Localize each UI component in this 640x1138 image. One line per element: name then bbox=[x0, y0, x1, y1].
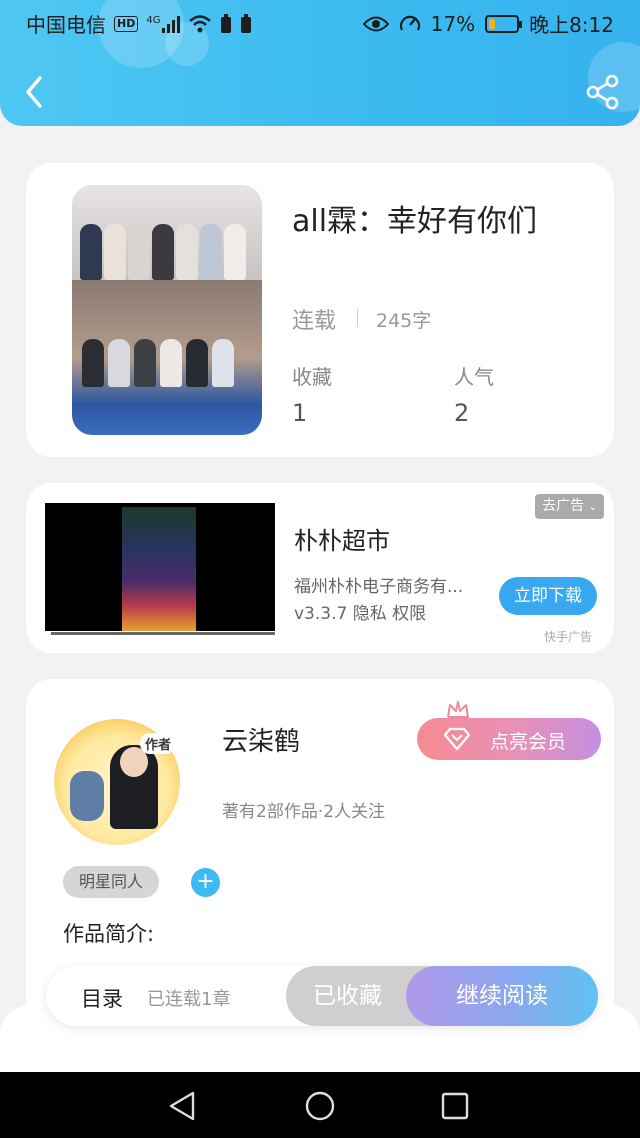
nav-recents-icon[interactable] bbox=[438, 1089, 472, 1123]
toc-button[interactable]: 目录 bbox=[81, 983, 123, 1013]
ad-video-thumbnail[interactable] bbox=[45, 503, 275, 635]
hd-icon: HD bbox=[114, 15, 139, 32]
battery-percent: 17% bbox=[430, 11, 476, 36]
diamond-icon bbox=[443, 727, 471, 751]
book-title: all霖：幸好有你们 bbox=[292, 204, 538, 239]
eye-icon bbox=[362, 16, 389, 31]
intro-label: 作品简介: bbox=[63, 922, 155, 946]
vip-button[interactable]: 点亮会员 bbox=[417, 718, 601, 760]
serial-status: 连载 bbox=[292, 309, 337, 334]
system-nav-bar bbox=[0, 1072, 640, 1138]
popularity-label: 人气 bbox=[454, 365, 494, 389]
word-count: 245字 bbox=[376, 310, 432, 332]
clock: 晚上8:12 bbox=[529, 13, 614, 37]
divider bbox=[357, 309, 358, 327]
download-button[interactable]: 立即下载 bbox=[499, 577, 597, 615]
ad-card[interactable]: 去广告 ⌄ 朴朴超市 福州朴朴电子商务有... v3.3.7 隐私 权限 立即下… bbox=[26, 483, 614, 653]
nav-home-icon[interactable] bbox=[303, 1089, 337, 1123]
battery-icon bbox=[485, 14, 523, 33]
chevron-down-icon: ⌄ bbox=[588, 502, 597, 513]
author-avatar[interactable]: 作者 bbox=[54, 719, 180, 845]
book-info-card: all霖：幸好有你们 连载 245字 收藏 1 人气 2 bbox=[26, 163, 614, 457]
chapter-count[interactable]: 已连载1章 bbox=[147, 985, 230, 1011]
favorites-label: 收藏 bbox=[292, 365, 332, 389]
signal-icon: 4G bbox=[146, 15, 181, 33]
wifi-icon bbox=[189, 14, 212, 32]
author-badge: 作者 bbox=[139, 733, 176, 754]
notification-battery-icon bbox=[241, 13, 252, 33]
remove-ad-label: 去广告 bbox=[542, 498, 585, 514]
author-stats: 著有2部作品·2人关注 bbox=[222, 802, 386, 822]
ad-source-label: 快手广告 bbox=[543, 630, 592, 644]
share-icon[interactable] bbox=[586, 74, 620, 110]
back-icon[interactable] bbox=[20, 72, 50, 112]
ad-meta[interactable]: v3.3.7 隐私 权限 bbox=[294, 599, 426, 624]
popularity-count: 2 bbox=[454, 399, 470, 427]
vip-label: 点亮会员 bbox=[490, 731, 567, 753]
top-header: 中国电信 HD 4G 17% 晚上8:12 bbox=[0, 0, 640, 126]
ad-company: 福州朴朴电子商务有... bbox=[294, 577, 464, 597]
author-name[interactable]: 云柒鹤 bbox=[222, 721, 300, 758]
speed-gauge-icon bbox=[399, 15, 420, 31]
notification-battery-icon bbox=[221, 13, 232, 33]
remove-ad-button[interactable]: 去广告 ⌄ bbox=[535, 494, 604, 519]
continue-reading-button[interactable]: 继续阅读 bbox=[406, 966, 598, 1026]
status-bar: 中国电信 HD 4G 17% 晚上8:12 bbox=[0, 0, 640, 44]
favorites-count: 1 bbox=[292, 399, 308, 427]
add-tag-button[interactable]: + bbox=[191, 868, 220, 897]
ad-title: 朴朴超市 bbox=[294, 527, 390, 555]
nav-back-icon[interactable] bbox=[166, 1089, 200, 1123]
book-cover-image[interactable] bbox=[72, 185, 262, 435]
bottom-action-bar: 目录 已连载1章 已收藏 继续阅读 bbox=[46, 966, 598, 1026]
genre-tag[interactable]: 明星同人 bbox=[63, 866, 159, 898]
carrier-label: 中国电信 bbox=[26, 13, 106, 37]
